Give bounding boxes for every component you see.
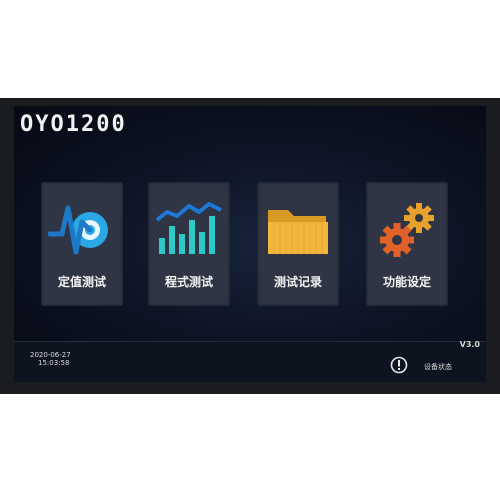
brand-logo: OYO1200: [20, 112, 127, 137]
tile-program-test[interactable]: 程式测试: [148, 182, 230, 306]
gears-icon: [380, 203, 434, 257]
bar-chart-icon: [155, 202, 222, 254]
tile-function-settings[interactable]: 功能设定: [366, 182, 448, 306]
screen: OYO1200 定值测试 程式测试 测试记录 功能设定 V3.0 2020-06…: [14, 106, 486, 382]
tile-label: 功能设定: [382, 275, 431, 289]
tile-label: 测试记录: [273, 275, 322, 289]
device-status-button[interactable]: 设备状态: [424, 362, 452, 372]
tile-fixed-value-test[interactable]: 定值测试: [41, 182, 123, 306]
status-bar: [14, 341, 486, 382]
time-readout: 15:03:58: [38, 359, 70, 367]
folder-icon: [268, 210, 328, 254]
tile-test-records[interactable]: 测试记录: [257, 182, 339, 306]
tile-label: 程式测试: [164, 275, 213, 289]
main-menu: 定值测试 程式测试 测试记录 功能设定: [41, 182, 471, 312]
waveform-dial-icon: [48, 205, 108, 255]
exclamation-circle-icon[interactable]: [390, 356, 408, 374]
tile-label: 定值测试: [57, 275, 106, 289]
version-label: V3.0: [459, 340, 480, 349]
